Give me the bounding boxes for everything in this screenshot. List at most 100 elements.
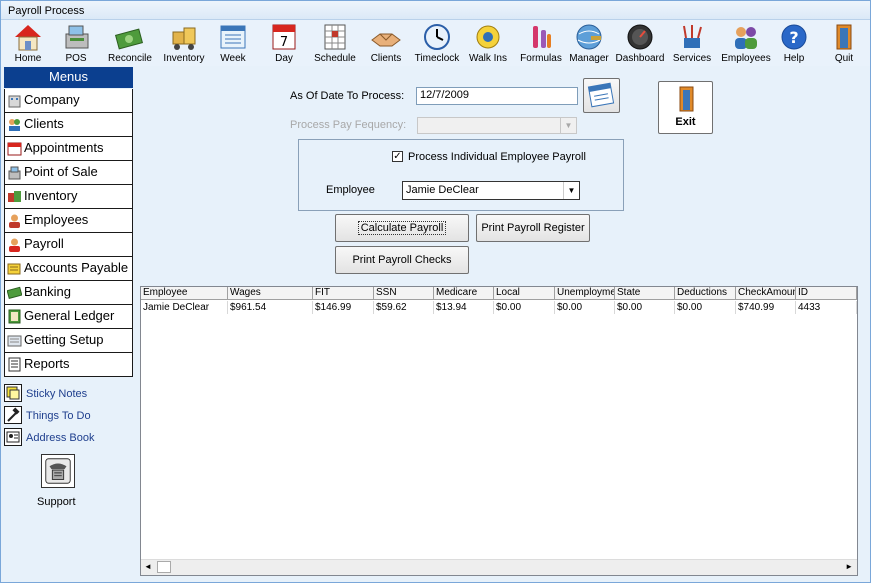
sidebar-item-banking[interactable]: Banking — [4, 281, 133, 305]
reports-icon — [8, 357, 21, 372]
toolbar-inventory-button[interactable]: Inventory — [161, 22, 207, 66]
column-header[interactable]: Employee — [141, 287, 228, 300]
individual-payroll-label: Process Individual Employee Payroll — [408, 151, 586, 163]
support-button[interactable] — [41, 454, 75, 488]
sidebar-item-appointments[interactable]: Appointments — [4, 137, 133, 161]
pay-frequency-select[interactable] — [417, 117, 577, 134]
column-header[interactable]: Local — [494, 287, 555, 300]
dashboard-icon — [627, 24, 653, 50]
sidebar-item-payroll[interactable]: Payroll — [4, 233, 133, 257]
exit-label: Exit — [675, 116, 696, 128]
svg-text:?: ? — [789, 28, 798, 47]
column-header[interactable]: SSN — [374, 287, 434, 300]
column-header[interactable]: State — [615, 287, 675, 300]
as-of-date-label: As Of Date To Process: — [290, 90, 405, 102]
toolbar-employees-button[interactable]: Employees — [720, 22, 772, 66]
services-icon — [683, 25, 702, 48]
toolbar-timeclock-button[interactable]: Timeclock — [414, 22, 460, 66]
toolbar-clients-button[interactable]: Clients — [367, 22, 405, 66]
title-bar: Payroll Process — [1, 1, 870, 20]
table-cell[interactable]: Jamie DeClear — [141, 301, 228, 314]
table-cell[interactable]: $146.99 — [313, 301, 374, 314]
toolbar-schedule-button[interactable]: Schedule — [314, 22, 356, 66]
sidebar-item-company[interactable]: Company — [4, 89, 133, 113]
print-payroll-register-button[interactable]: Print Payroll Register — [476, 214, 590, 242]
table-cell[interactable]: $0.00 — [615, 301, 675, 314]
table-cell[interactable]: $961.54 — [228, 301, 313, 314]
sidebar-link-things-to-do[interactable]: Things To Do — [4, 406, 114, 426]
calculate-payroll-button[interactable]: Calculate Payroll — [335, 214, 469, 242]
exit-door-icon — [679, 86, 693, 112]
table-cell[interactable]: $0.00 — [494, 301, 555, 314]
ledger-icon — [8, 309, 21, 324]
employee-select[interactable]: Jamie DeClear — [402, 181, 580, 200]
toolbar-dashboard-button[interactable]: Dashboard — [615, 22, 665, 66]
table-cell[interactable]: 4433 — [796, 301, 857, 314]
payroll-grid[interactable]: Employee Wages FIT SSN Medicare Local Un… — [140, 286, 858, 576]
toolbar-walk-ins-button[interactable]: Walk Ins — [467, 22, 509, 66]
calendar-icon — [587, 82, 614, 108]
sidebar-item-employees[interactable]: Employees — [4, 209, 133, 233]
column-header[interactable]: ID — [796, 287, 857, 300]
table-cell[interactable]: $59.62 — [374, 301, 434, 314]
address-book-icon — [4, 428, 22, 446]
toolbar-help-button[interactable]: ? Help — [778, 22, 810, 66]
exit-button[interactable]: Exit — [658, 81, 713, 134]
scrollbar-thumb[interactable] — [157, 561, 171, 573]
table-cell[interactable]: $13.94 — [434, 301, 494, 314]
column-header[interactable]: Medicare — [434, 287, 494, 300]
employee-group-box — [298, 139, 624, 211]
chevron-down-icon: ▼ — [563, 182, 579, 199]
toolbar-reconcile-button[interactable]: Reconcile — [108, 22, 152, 66]
clients-icon — [9, 119, 20, 131]
toolbar-services-button[interactable]: Services — [671, 22, 713, 66]
formulas-icon — [533, 26, 551, 48]
individual-payroll-checkbox[interactable]: ✓ — [392, 151, 403, 162]
banking-icon — [7, 286, 22, 300]
sidebar-item-inventory[interactable]: Inventory — [4, 185, 133, 209]
toolbar-manager-button[interactable]: Manager — [569, 22, 609, 66]
week-icon — [220, 25, 246, 49]
column-header[interactable]: Deductions — [675, 287, 736, 300]
toolbar-formulas-button[interactable]: Formulas — [519, 22, 563, 66]
pos-icon — [65, 25, 89, 49]
column-header[interactable]: CheckAmount — [736, 287, 796, 300]
scroll-right-icon[interactable]: ► — [845, 562, 853, 571]
column-header[interactable]: Unemployment — [555, 287, 615, 300]
manager-icon — [576, 24, 602, 50]
table-cell[interactable]: $740.99 — [736, 301, 796, 314]
telephone-icon — [45, 458, 71, 484]
schedule-icon — [324, 24, 346, 50]
table-cell[interactable]: $0.00 — [675, 301, 736, 314]
toolbar-quit-button[interactable]: Quit — [828, 22, 860, 66]
sidebar-link-sticky-notes[interactable]: Sticky Notes — [4, 384, 114, 404]
sidebar-item-point-of-sale[interactable]: Point of Sale — [4, 161, 133, 185]
table-cell[interactable]: $0.00 — [555, 301, 615, 314]
column-header[interactable]: Wages — [228, 287, 313, 300]
help-icon: ? — [781, 24, 807, 50]
toolbar-day-button[interactable]: 7 Day — [267, 22, 301, 66]
window-title: Payroll Process — [8, 5, 85, 17]
calendar-picker-button[interactable] — [583, 78, 620, 113]
company-icon — [8, 95, 21, 108]
print-payroll-checks-button[interactable]: Print Payroll Checks — [335, 246, 469, 274]
as-of-date-input[interactable]: 12/7/2009 — [416, 87, 578, 105]
sidebar-item-reports[interactable]: Reports — [4, 353, 133, 377]
payroll-process-window: Payroll Process Home POS Reconcile Inven… — [0, 0, 871, 583]
column-header[interactable]: FIT — [313, 287, 374, 300]
calendar-icon — [7, 142, 22, 156]
toolbar-week-button[interactable]: Week — [216, 22, 250, 66]
scroll-left-icon[interactable]: ◄ — [144, 562, 152, 571]
sticky-note-icon — [4, 384, 22, 402]
sidebar-item-accounts-payable[interactable]: Accounts Payable — [4, 257, 133, 281]
chevron-down-icon: ▼ — [560, 118, 576, 133]
sidebar-item-general-ledger[interactable]: General Ledger — [4, 305, 133, 329]
sidebar-link-address-book[interactable]: Address Book — [4, 428, 114, 448]
day-icon: 7 — [272, 24, 296, 50]
sidebar-item-clients[interactable]: Clients — [4, 113, 133, 137]
calculate-payroll-label: Calculate Payroll — [357, 221, 447, 235]
horizontal-scrollbar[interactable]: ◄ ► — [141, 559, 857, 575]
sidebar-item-getting-setup[interactable]: Getting Setup — [4, 329, 133, 353]
toolbar-home-button[interactable]: Home — [9, 22, 47, 66]
toolbar-pos-button[interactable]: POS — [57, 22, 95, 66]
